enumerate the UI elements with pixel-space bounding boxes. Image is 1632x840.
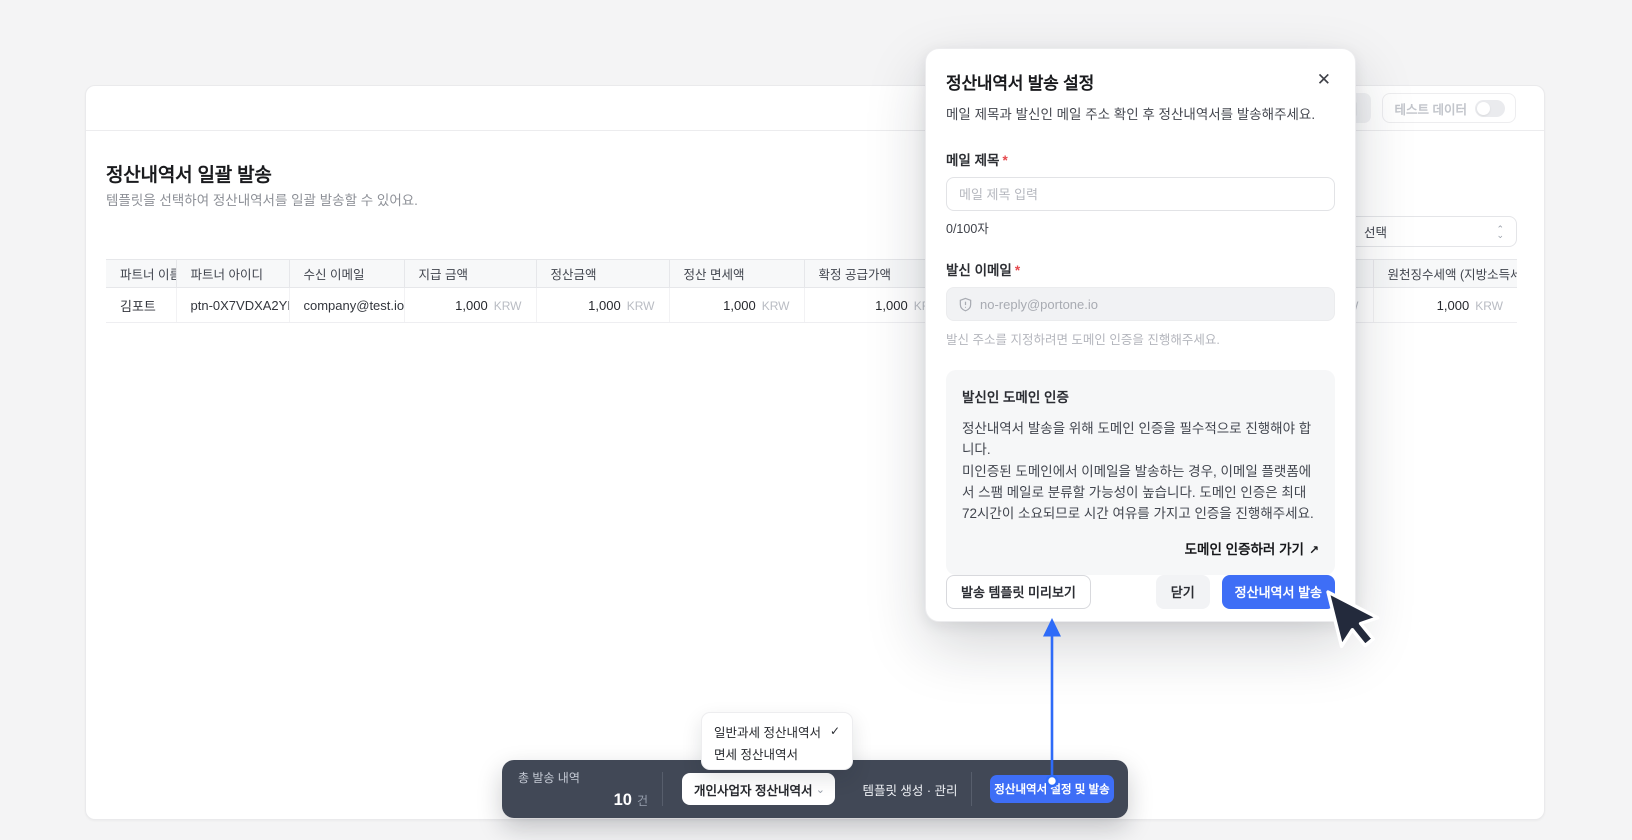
currency-unit: KRW [494, 299, 522, 313]
sender-email-field: 발신 이메일* 발신 주소를 지정하려면 도메인 인증을 진행해주세요. [946, 259, 1335, 348]
mail-subject-label: 메일 제목* [946, 149, 1335, 169]
bar-divider [662, 772, 663, 806]
modal-footer: 발송 템플릿 미리보기 닫기 정산내역서 발송 [946, 575, 1335, 609]
sender-email-helper: 발신 주소를 지정하려면 도메인 인증을 진행해주세요. [946, 329, 1335, 348]
page-subtitle: 템플릿을 선택하여 정산내역서를 일괄 발송할 수 있어요. [106, 189, 418, 209]
col-withholding-local-tax: 원천징수세액 (지방소득세) [1373, 260, 1517, 288]
col-partner-name: 파트너 이름 [106, 260, 176, 288]
cell-payout-amount: 1,000KRW [404, 288, 536, 323]
close-button[interactable]: 닫기 [1156, 575, 1210, 609]
menu-item-tax-free[interactable]: 면세 정산내역서 [702, 742, 852, 764]
menu-item-general-tax[interactable]: 일반과세 정산내역서 ✓ [702, 720, 852, 742]
template-type-select[interactable]: 개인사업자 정산내역서 ⌄ [682, 773, 835, 805]
sender-email-input[interactable] [980, 297, 1323, 312]
filter-select[interactable]: 선택 ⌃⌄ [1331, 216, 1517, 247]
test-data-toggle[interactable] [1475, 100, 1505, 117]
total-send-label: 총 발송 내역 [518, 769, 648, 786]
chevron-down-icon: ⌄ [816, 783, 825, 796]
test-data-label: 테스트 데이터 [1395, 99, 1467, 118]
cell-partner-id: ptn-0X7VDXA2YH [176, 288, 289, 323]
cell-settlement-amount: 1,000KRW [536, 288, 669, 323]
modal-subtitle: 메일 제목과 발신인 메일 주소 확인 후 정산내역서를 발송해주세요. [946, 103, 1335, 123]
total-send-block: 총 발송 내역 10건 [502, 760, 662, 818]
screen: 가기 테스트 데이터 정산내역서 일괄 발송 템플릿을 선택하여 정산내역서를 … [0, 0, 1632, 840]
page-title: 정산내역서 일괄 발송 [106, 160, 272, 187]
char-counter: 0/100자 [946, 218, 1335, 237]
notice-title: 발신인 도메인 인증 [962, 386, 1319, 406]
col-settlement-amount: 정산금액 [536, 260, 669, 288]
check-icon: ✓ [830, 724, 840, 738]
currency-unit: KRW [627, 299, 655, 313]
cell-recipient-email: company@test.io [289, 288, 404, 323]
currency-unit: KRW [762, 299, 790, 313]
external-link-icon: ↗ [1309, 543, 1319, 557]
col-partner-id: 파트너 아이디 [176, 260, 289, 288]
bar-divider [971, 772, 972, 806]
required-mark: * [1015, 263, 1020, 278]
template-type-value: 개인사업자 정산내역서 [694, 780, 812, 799]
col-tax-free-amount: 정산 면세액 [669, 260, 804, 288]
cell-withholding-local-tax: 1,000KRW [1373, 288, 1517, 323]
settlement-setup-send-button[interactable]: 정산내역서 설정 및 발송 [990, 775, 1114, 803]
col-payout-amount: 지급 금액 [404, 260, 536, 288]
currency-unit: KRW [1475, 299, 1503, 313]
total-send-value: 10건 [614, 791, 648, 810]
menu-item-label: 일반과세 정산내역서 [714, 722, 821, 741]
template-dropdown-menu: 일반과세 정산내역서 ✓ 면세 정산내역서 [701, 712, 853, 770]
required-mark: * [1002, 153, 1007, 168]
test-data-chip: 테스트 데이터 [1382, 93, 1516, 123]
send-settings-modal: 정산내역서 발송 설정 ✕ 메일 제목과 발신인 메일 주소 확인 후 정산내역… [925, 48, 1356, 622]
toggle-knob [1477, 102, 1490, 115]
cell-tax-free-amount: 1,000KRW [669, 288, 804, 323]
domain-verify-link[interactable]: 도메인 인증하러 가기↗ [1185, 538, 1319, 558]
mail-subject-input[interactable] [946, 177, 1335, 211]
shield-exclamation-icon [958, 297, 973, 312]
total-send-unit: 건 [637, 794, 648, 808]
send-statement-button[interactable]: 정산내역서 발송 [1222, 575, 1335, 609]
modal-title: 정산내역서 발송 설정 [946, 69, 1094, 94]
sort-chevrons-icon: ⌃⌄ [1496, 226, 1504, 238]
sender-email-label: 발신 이메일* [946, 259, 1335, 279]
sender-email-input-wrap [946, 287, 1335, 321]
notice-body: 정산내역서 발송을 위해 도메인 인증을 필수적으로 진행해야 합니다. 미인증… [962, 418, 1319, 525]
cell-partner-name: 김포트 [106, 288, 176, 323]
close-icon[interactable]: ✕ [1313, 69, 1335, 90]
menu-item-label: 면세 정산내역서 [714, 744, 798, 763]
preview-template-button[interactable]: 발송 템플릿 미리보기 [946, 575, 1091, 609]
template-manage-link[interactable]: 템플릿 생성 · 관리 [855, 780, 965, 799]
domain-verification-notice: 발신인 도메인 인증 정산내역서 발송을 위해 도메인 인증을 필수적으로 진행… [946, 370, 1335, 575]
mail-subject-field: 메일 제목* 0/100자 [946, 149, 1335, 237]
col-recipient-email: 수신 이메일 [289, 260, 404, 288]
